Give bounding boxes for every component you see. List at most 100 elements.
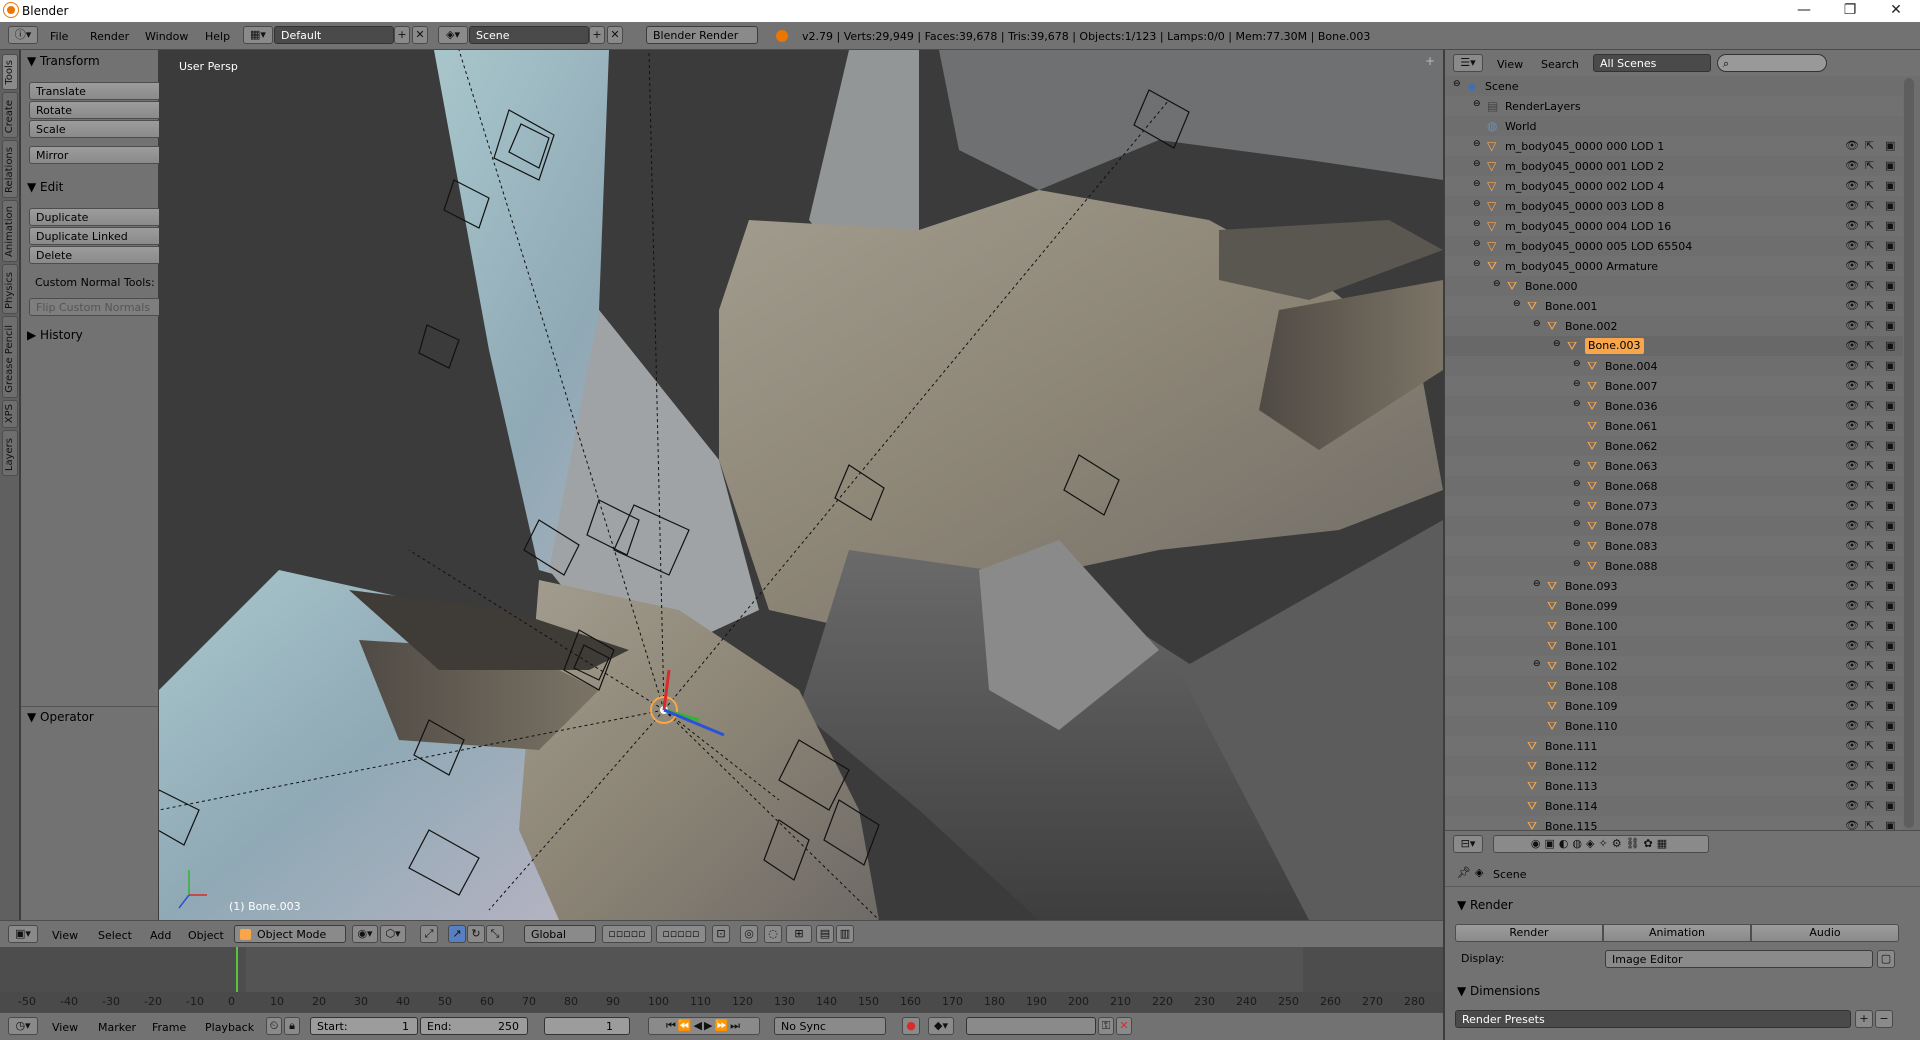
menu-object[interactable]: Object xyxy=(188,929,224,942)
visibility-eye-icon[interactable]: 👁︎ xyxy=(1845,639,1859,652)
expand-toggle-icon[interactable]: ⊖ xyxy=(1493,279,1501,289)
render-camera-icon[interactable]: ▣ xyxy=(1885,259,1895,272)
outliner-row[interactable]: ⊖ ⛛ Bone.000 👁︎ ⇱ ▣ xyxy=(1445,276,1903,296)
selectable-cursor-icon[interactable]: ⇱ xyxy=(1865,339,1874,352)
scene-icon[interactable]: ◈▾ xyxy=(438,26,468,44)
outliner-row[interactable]: ⛛ Bone.099 👁︎ ⇱ ▣ xyxy=(1445,596,1903,616)
render-panel-header[interactable]: ▼ Render xyxy=(1457,898,1513,912)
selectable-cursor-icon[interactable]: ⇱ xyxy=(1865,219,1874,232)
outliner-row[interactable]: ⛛ Bone.110 👁︎ ⇱ ▣ xyxy=(1445,716,1903,736)
visibility-eye-icon[interactable]: 👁︎ xyxy=(1845,439,1859,452)
selectable-cursor-icon[interactable]: ⇱ xyxy=(1865,199,1874,212)
selectable-cursor-icon[interactable]: ⇱ xyxy=(1865,799,1874,812)
visibility-eye-icon[interactable]: 👁︎ xyxy=(1845,739,1859,752)
outliner-row[interactable]: ⊖ ◈ Scene xyxy=(1445,76,1903,96)
preview-range-icon[interactable]: ⏲ xyxy=(266,1017,282,1035)
mirror-button[interactable]: Mirror xyxy=(29,146,171,164)
visibility-eye-icon[interactable]: 👁︎ xyxy=(1845,559,1859,572)
visibility-eye-icon[interactable]: 👁︎ xyxy=(1845,699,1859,712)
duplicate-linked-button[interactable]: Duplicate Linked xyxy=(29,227,171,245)
visibility-eye-icon[interactable]: 👁︎ xyxy=(1845,759,1859,772)
render-camera-icon[interactable]: ▣ xyxy=(1885,719,1895,732)
outliner-row[interactable]: ◍ World xyxy=(1445,116,1903,136)
outliner-row[interactable]: ⊖ ⛛ m_body045_0000 Armature 👁︎ ⇱ ▣ xyxy=(1445,256,1903,276)
current-frame-field[interactable]: 1 xyxy=(544,1017,630,1035)
outliner-row[interactable]: ⛛ Bone.111 👁︎ ⇱ ▣ xyxy=(1445,736,1903,756)
selectable-cursor-icon[interactable]: ⇱ xyxy=(1865,419,1874,432)
visibility-eye-icon[interactable]: 👁︎ xyxy=(1845,259,1859,272)
outliner-row[interactable]: ⛛ Bone.112 👁︎ ⇱ ▣ xyxy=(1445,756,1903,776)
outliner-row[interactable]: ⊖ ⛛ Bone.002 👁︎ ⇱ ▣ xyxy=(1445,316,1903,336)
keyframe-icon[interactable]: ◆▾ xyxy=(928,1017,954,1035)
info-editor-type-icon[interactable]: ⓘ▾ xyxy=(8,26,38,44)
expand-toggle-icon[interactable]: ⊖ xyxy=(1573,359,1581,369)
outliner-row[interactable]: ⛛ Bone.113 👁︎ ⇱ ▣ xyxy=(1445,776,1903,796)
outliner-row[interactable]: ⊖ ⛛ Bone.088 👁︎ ⇱ ▣ xyxy=(1445,556,1903,576)
transform-panel-header[interactable]: ▼ Transform xyxy=(27,54,100,68)
outliner-row[interactable]: ⊖ ⛛ Bone.001 👁︎ ⇱ ▣ xyxy=(1445,296,1903,316)
visibility-eye-icon[interactable]: 👁︎ xyxy=(1845,599,1859,612)
render-camera-icon[interactable]: ▣ xyxy=(1885,619,1895,632)
expand-toggle-icon[interactable]: ⊖ xyxy=(1533,579,1541,589)
delete-key-icon[interactable]: ✕ xyxy=(1116,1017,1132,1035)
viewport-expand-icon[interactable]: + xyxy=(1425,54,1435,68)
visibility-eye-icon[interactable]: 👁︎ xyxy=(1845,219,1859,232)
selectable-cursor-icon[interactable]: ⇱ xyxy=(1865,819,1874,830)
menu-add[interactable]: Add xyxy=(150,929,171,942)
opengl-render-icon[interactable]: ▤ xyxy=(816,925,834,943)
visibility-eye-icon[interactable]: 👁︎ xyxy=(1845,619,1859,632)
layers-grid-a[interactable]: ▫▫▫▫▫ xyxy=(602,925,652,943)
selectable-cursor-icon[interactable]: ⇱ xyxy=(1865,619,1874,632)
tab-animation[interactable]: Animation xyxy=(2,200,18,262)
visibility-eye-icon[interactable]: 👁︎ xyxy=(1845,379,1859,392)
menu-window[interactable]: Window xyxy=(145,30,188,43)
render-camera-icon[interactable]: ▣ xyxy=(1885,759,1895,772)
outliner-row[interactable]: ⛛ Bone.062 👁︎ ⇱ ▣ xyxy=(1445,436,1903,456)
lock-layers-icon[interactable]: ⊡ xyxy=(712,925,730,943)
outliner-row[interactable]: ⊖ ⛛ Bone.036 👁︎ ⇱ ▣ xyxy=(1445,396,1903,416)
outliner-row[interactable]: ⊖ ⛛ Bone.007 👁︎ ⇱ ▣ xyxy=(1445,376,1903,396)
selectable-cursor-icon[interactable]: ⇱ xyxy=(1865,259,1874,272)
render-camera-icon[interactable]: ▣ xyxy=(1885,199,1895,212)
visibility-eye-icon[interactable]: 👁︎ xyxy=(1845,279,1859,292)
outliner-menu-view[interactable]: View xyxy=(1497,58,1523,71)
selectable-cursor-icon[interactable]: ⇱ xyxy=(1865,579,1874,592)
display-dropdown[interactable]: Image Editor xyxy=(1605,950,1873,968)
pivot-icon[interactable]: ⬡▾ xyxy=(380,925,406,943)
visibility-eye-icon[interactable]: 👁︎ xyxy=(1845,659,1859,672)
scene-field[interactable]: Scene xyxy=(469,26,589,44)
visibility-eye-icon[interactable]: 👁︎ xyxy=(1845,139,1859,152)
minimize-button[interactable]: — xyxy=(1782,0,1826,22)
expand-toggle-icon[interactable]: ⊖ xyxy=(1473,199,1481,209)
outliner-row[interactable]: ⊖ ▽ m_body045_0000 001 LOD 2 👁︎ ⇱ ▣ xyxy=(1445,156,1903,176)
dimensions-panel-header[interactable]: ▼ Dimensions xyxy=(1457,984,1540,998)
render-camera-icon[interactable]: ▣ xyxy=(1885,639,1895,652)
render-camera-icon[interactable]: ▣ xyxy=(1885,519,1895,532)
render-camera-icon[interactable]: ▣ xyxy=(1885,699,1895,712)
lock-range-icon[interactable]: 🔒︎ xyxy=(284,1017,300,1035)
menu-help[interactable]: Help xyxy=(205,30,230,43)
scale-button[interactable]: Scale xyxy=(29,120,171,138)
outliner-row[interactable]: ⛛ Bone.109 👁︎ ⇱ ▣ xyxy=(1445,696,1903,716)
expand-toggle-icon[interactable]: ⊖ xyxy=(1573,519,1581,529)
outliner-row[interactable]: ⊖ ▽ m_body045_0000 005 LOD 65504 👁︎ ⇱ ▣ xyxy=(1445,236,1903,256)
render-camera-icon[interactable]: ▣ xyxy=(1885,439,1895,452)
render-camera-icon[interactable]: ▣ xyxy=(1885,579,1895,592)
outliner-row[interactable]: ⊖ ⛛ Bone.003 👁︎ ⇱ ▣ xyxy=(1445,336,1903,356)
flip-custom-normals-button[interactable]: Flip Custom Normals xyxy=(29,298,171,316)
visibility-eye-icon[interactable]: 👁︎ xyxy=(1845,459,1859,472)
expand-toggle-icon[interactable]: ⊖ xyxy=(1573,459,1581,469)
visibility-eye-icon[interactable]: 👁︎ xyxy=(1845,539,1859,552)
tab-grease-pencil[interactable]: Grease Pencil xyxy=(2,316,18,398)
render-camera-icon[interactable]: ▣ xyxy=(1885,279,1895,292)
expand-toggle-icon[interactable]: ⊖ xyxy=(1573,379,1581,389)
selectable-cursor-icon[interactable]: ⇱ xyxy=(1865,699,1874,712)
expand-toggle-icon[interactable]: ⊖ xyxy=(1473,239,1481,249)
expand-toggle-icon[interactable]: ⊖ xyxy=(1533,319,1541,329)
audio-button[interactable]: Audio xyxy=(1751,924,1899,942)
delete-button[interactable]: Delete xyxy=(29,246,171,264)
render-camera-icon[interactable]: ▣ xyxy=(1885,359,1895,372)
tab-relations[interactable]: Relations xyxy=(2,140,18,198)
outliner-row[interactable]: ⛛ Bone.100 👁︎ ⇱ ▣ xyxy=(1445,616,1903,636)
tab-tools[interactable]: Tools xyxy=(2,54,18,90)
